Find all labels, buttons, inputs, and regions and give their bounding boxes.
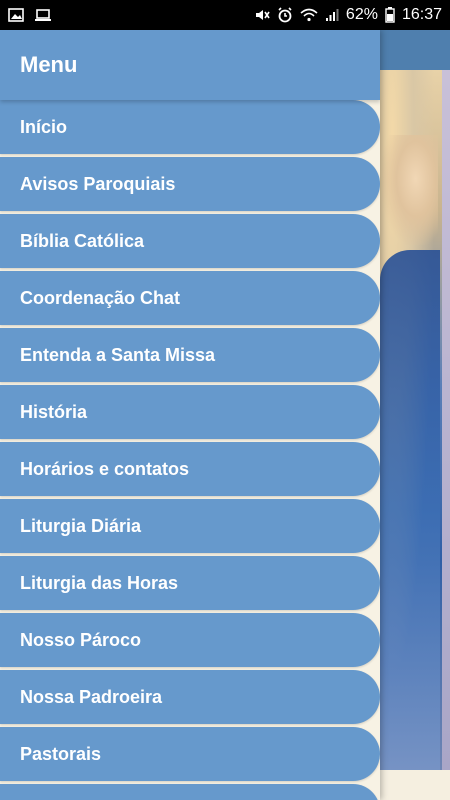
background-image-face: [382, 135, 438, 245]
menu-item-liturgia-das-horas[interactable]: Liturgia das Horas: [0, 556, 380, 610]
background-image-border: [442, 70, 450, 770]
laptop-icon: [34, 8, 52, 22]
background-image-figure: [380, 250, 440, 770]
menu-item-inicio[interactable]: Início: [0, 100, 380, 154]
menu-item-pastorais[interactable]: Pastorais: [0, 727, 380, 781]
clock: 16:37: [401, 6, 442, 23]
mute-icon: [254, 7, 270, 23]
wifi-icon: [300, 8, 318, 22]
menu-item-partial[interactable]: [0, 784, 380, 800]
menu-item-horarios-e-contatos[interactable]: Horários e contatos: [0, 442, 380, 496]
menu-item-historia[interactable]: História: [0, 385, 380, 439]
image-icon: [8, 8, 24, 22]
menu-item-biblia-catolica[interactable]: Bíblia Católica: [0, 214, 380, 268]
battery-percent: 62%: [345, 6, 378, 23]
navigation-drawer: Menu Início Avisos Paroquiais Bíblia Cat…: [0, 30, 380, 800]
menu-item-nossa-padroeira[interactable]: Nossa Padroeira: [0, 670, 380, 724]
menu-item-entenda-a-santa-missa[interactable]: Entenda a Santa Missa: [0, 328, 380, 382]
drawer-header: Menu: [0, 30, 380, 100]
alarm-icon: [277, 7, 293, 23]
signal-icon: [325, 8, 339, 22]
menu-item-avisos-paroquiais[interactable]: Avisos Paroquiais: [0, 157, 380, 211]
status-bar: 62% 16:37: [0, 0, 450, 30]
drawer-title: Menu: [20, 52, 78, 77]
battery-icon: [385, 7, 395, 23]
menu-item-liturgia-diaria[interactable]: Liturgia Diária: [0, 499, 380, 553]
menu-item-nosso-paroco[interactable]: Nosso Pároco: [0, 613, 380, 667]
menu-list: Início Avisos Paroquiais Bíblia Católica…: [0, 100, 380, 800]
menu-item-coordenacao-chat[interactable]: Coordenação Chat: [0, 271, 380, 325]
